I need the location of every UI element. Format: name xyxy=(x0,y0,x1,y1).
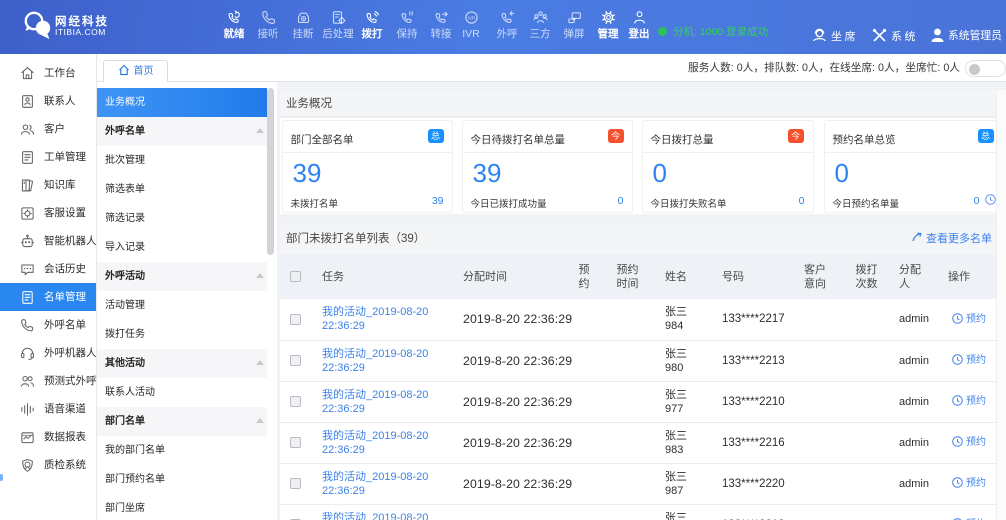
svg-text:IVR: IVR xyxy=(467,15,475,20)
